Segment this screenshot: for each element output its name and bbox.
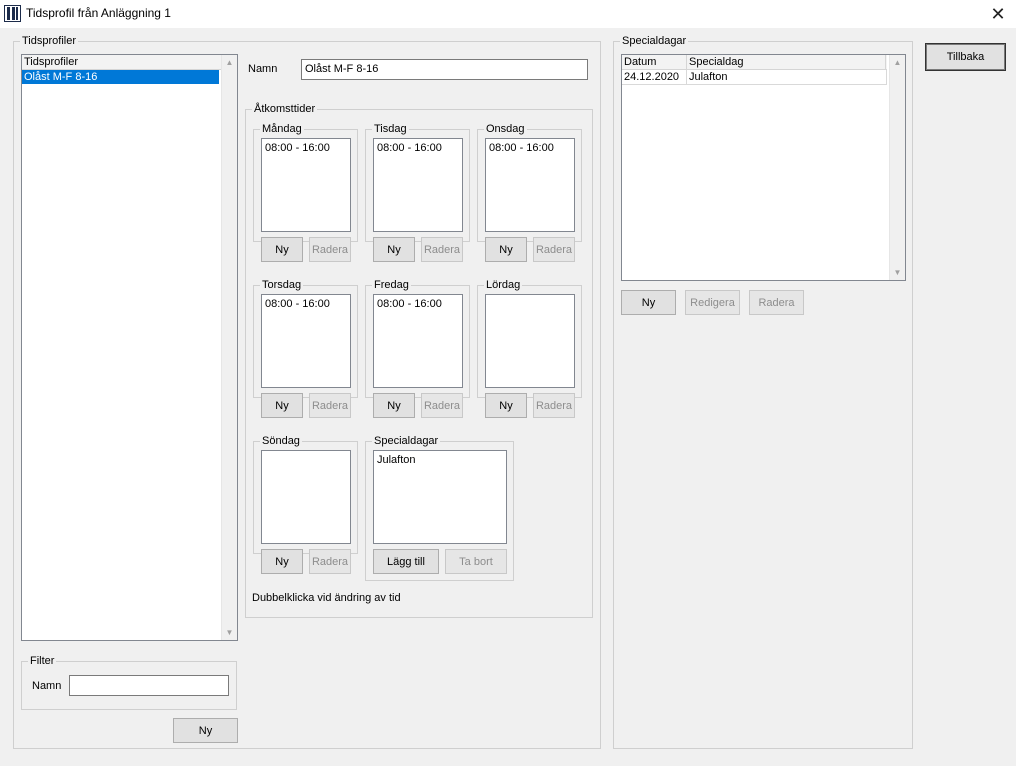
profile-list-header[interactable]: Tidsprofiler [22,55,221,70]
time-list[interactable] [485,294,575,388]
special-days-sub-list[interactable]: Julafton [373,450,507,544]
delete-time-button[interactable]: Radera [421,237,463,262]
day-label: Torsdag [260,279,304,292]
back-button[interactable]: Tillbaka [925,43,1006,71]
day-label: Söndag [260,435,302,448]
cell-specialday: Julafton [687,70,887,84]
special-day-entry[interactable]: Julafton [375,453,505,467]
new-time-button[interactable]: Ny [261,237,303,262]
delete-time-button[interactable]: Radera [421,393,463,418]
filter-group-label: Filter [28,655,57,668]
time-list[interactable]: 08:00 - 16:00 [485,138,575,232]
new-profile-button[interactable]: Ny [173,718,238,743]
title-bar: Tidsprofil från Anläggning 1 ✕ [0,0,1016,28]
scroll-down-icon[interactable]: ▼ [890,265,905,280]
delete-time-button[interactable]: Radera [533,237,575,262]
new-time-button[interactable]: Ny [373,393,415,418]
time-entry[interactable]: 08:00 - 16:00 [487,141,573,155]
delete-time-button[interactable]: Radera [309,549,351,574]
time-entry[interactable]: 08:00 - 16:00 [375,297,461,311]
window-title: Tidsprofil från Anläggning 1 [26,6,171,20]
profile-list-item[interactable]: Olåst M-F 8-16 [22,70,219,84]
delete-time-button[interactable]: Radera [309,237,351,262]
special-days-sub-items: Julafton [375,453,505,467]
delete-time-button[interactable]: Radera [309,393,351,418]
day-label: Tisdag [372,123,409,136]
time-list-items: 08:00 - 16:00 [375,141,461,155]
time-list-items: 08:00 - 16:00 [375,297,461,311]
scroll-up-icon[interactable]: ▲ [222,55,237,70]
access-times-group-label: Åtkomsttider [252,103,318,116]
new-time-button[interactable]: Ny [261,393,303,418]
new-time-button[interactable]: Ny [373,237,415,262]
day-label: Onsdag [484,123,527,136]
table-row[interactable]: 24.12.2020 Julafton [622,70,887,85]
filter-name-label: Namn [32,680,62,692]
scroll-up-icon[interactable]: ▲ [890,55,905,70]
new-time-button[interactable]: Ny [485,393,527,418]
specialdays-group-label: Specialdagar [620,35,689,48]
time-list[interactable]: 08:00 - 16:00 [261,294,351,388]
time-list-items: 08:00 - 16:00 [487,141,573,155]
specialdays-header-row: Datum Specialdag [622,55,887,70]
scroll-down-icon[interactable]: ▼ [222,625,237,640]
time-list-items: 08:00 - 16:00 [263,141,349,155]
time-list[interactable] [261,450,351,544]
profile-list-items: Olåst M-F 8-16 [22,70,219,84]
profile-name-label: Namn [248,63,278,75]
add-special-day-button[interactable]: Lägg till [373,549,439,574]
remove-special-day-button[interactable]: Ta bort [445,549,507,574]
delete-specialday-button[interactable]: Radera [749,290,804,315]
filter-name-input[interactable] [69,675,229,696]
new-specialday-button[interactable]: Ny [621,290,676,315]
column-header-specialday[interactable]: Specialdag [687,55,886,69]
delete-time-button[interactable]: Radera [533,393,575,418]
app-logo-icon [4,5,21,22]
specialdays-table[interactable]: Datum Specialdag 24.12.2020 Julafton ▲ ▼ [621,54,906,281]
profile-name-input[interactable]: Olåst M-F 8-16 [301,59,588,80]
new-time-button[interactable]: Ny [485,237,527,262]
time-entry[interactable]: 08:00 - 16:00 [263,297,349,311]
special-days-sub-label: Specialdagar [372,435,441,448]
profile-list[interactable]: Tidsprofiler Olåst M-F 8-16 ▲ ▼ [21,54,238,641]
profile-list-scrollbar[interactable]: ▲ ▼ [221,55,237,640]
day-label: Fredag [372,279,411,292]
day-label: Lördag [484,279,523,292]
edit-specialday-button[interactable]: Redigera [685,290,740,315]
time-list-items: 08:00 - 16:00 [263,297,349,311]
specialdays-scrollbar[interactable]: ▲ ▼ [889,55,905,280]
time-list[interactable]: 08:00 - 16:00 [373,138,463,232]
time-list[interactable]: 08:00 - 16:00 [261,138,351,232]
time-entry[interactable]: 08:00 - 16:00 [375,141,461,155]
time-list[interactable]: 08:00 - 16:00 [373,294,463,388]
day-label: Måndag [260,123,304,136]
specialdays-rows: 24.12.2020 Julafton [622,70,887,85]
hint-text: Dubbelklicka vid ändring av tid [252,592,401,604]
time-entry[interactable]: 08:00 - 16:00 [263,141,349,155]
close-icon[interactable]: ✕ [986,2,1010,26]
column-header-date[interactable]: Datum [622,55,687,69]
cell-date: 24.12.2020 [622,70,687,84]
new-time-button[interactable]: Ny [261,549,303,574]
profiles-group-label: Tidsprofiler [20,35,78,48]
